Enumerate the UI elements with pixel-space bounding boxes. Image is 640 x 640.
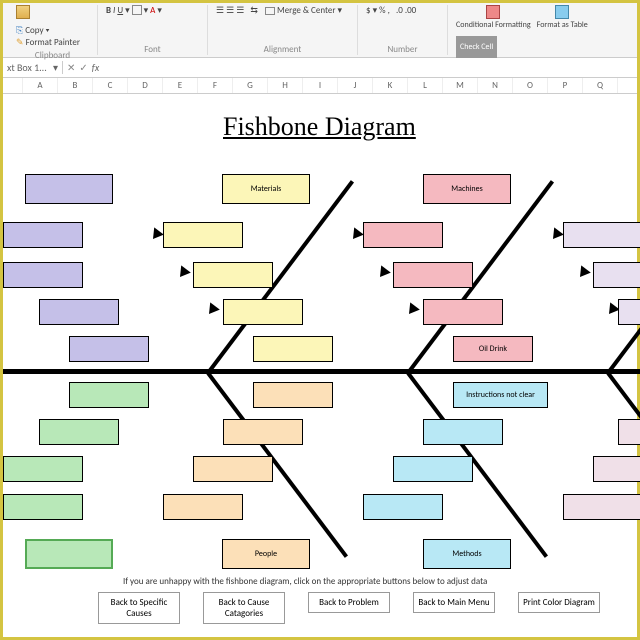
cause-box[interactable] [423,299,503,325]
col-hdr[interactable]: Q [583,78,618,93]
print-color-diagram-button[interactable]: Print Color Diagram [518,592,600,613]
cause-box[interactable] [163,222,243,248]
arrow-icon [575,265,591,280]
format-painter-button[interactable]: ✎ Format Painter [16,37,80,48]
paste-button[interactable] [16,5,30,19]
format-as-table[interactable]: Format as Table [537,5,588,30]
cause-box-oil[interactable]: Oil Drink [453,336,533,362]
col-hdr[interactable]: J [338,78,373,93]
cause-box[interactable] [39,419,119,445]
copy-button[interactable]: ⎘ Copy ▾ [16,25,80,36]
col-hdr[interactable]: K [373,78,408,93]
cause-box[interactable] [193,456,273,482]
cause-box[interactable] [363,494,443,520]
arrow-icon [548,227,564,242]
col-hdr[interactable]: P [548,78,583,93]
cause-box[interactable] [618,299,640,325]
back-specific-causes-button[interactable]: Back to Specific Causes [98,592,180,624]
name-box[interactable]: xt Box 1...▾ [3,61,63,74]
col-hdr[interactable]: B [58,78,93,93]
col-hdr[interactable]: C [93,78,128,93]
cause-box[interactable] [363,222,443,248]
cause-box[interactable] [563,494,640,520]
column-headers: A B C D E F G H I J K L M N O P Q [3,78,637,94]
arrow-icon [375,265,391,280]
diagram-title: Fishbone Diagram [223,112,416,142]
cause-box[interactable] [3,222,83,248]
category-box-machines[interactable]: Machines [423,174,511,204]
arrow-icon [175,265,191,280]
arrow-icon [404,302,420,317]
col-hdr[interactable]: A [23,78,58,93]
cause-box[interactable] [593,456,640,482]
category-box-methods[interactable]: Methods [423,539,511,569]
cause-box[interactable] [193,262,273,288]
arrow-icon [348,227,364,242]
cause-box[interactable] [563,222,640,248]
cause-box[interactable] [423,419,503,445]
cause-box[interactable] [3,262,83,288]
spine-backbone [3,369,640,374]
col-hdr[interactable]: H [268,78,303,93]
check-cell[interactable]: Check Cell [456,36,497,58]
col-hdr[interactable]: L [408,78,443,93]
col-hdr[interactable]: D [128,78,163,93]
conditional-formatting[interactable]: Conditional Formatting [456,5,531,30]
fx-icon[interactable]: fx [92,61,99,74]
category-box-materials[interactable]: Materials [222,174,310,204]
category-box-people[interactable]: People [222,539,310,569]
cancel-icon[interactable]: ✕ [67,61,75,74]
number-label: Number [366,42,439,55]
back-main-menu-button[interactable]: Back to Main Menu [413,592,495,613]
col-hdr[interactable]: F [198,78,233,93]
cause-box[interactable] [163,494,243,520]
arrow-icon [148,227,164,242]
cause-box[interactable] [618,419,640,445]
cause-box[interactable] [253,336,333,362]
back-problem-button[interactable]: Back to Problem [308,592,390,613]
cause-box[interactable] [3,494,83,520]
col-hdr[interactable]: G [233,78,268,93]
cause-box[interactable] [393,262,473,288]
cause-box[interactable] [39,299,119,325]
formula-bar: xt Box 1...▾ ✕ ✓ fx [3,58,637,78]
col-hdr[interactable]: N [478,78,513,93]
ribbon: ⎘ Copy ▾ ✎ Format Painter Clipboard B I … [3,3,637,58]
category-box[interactable] [25,174,113,204]
cause-box[interactable] [593,262,640,288]
col-hdr[interactable]: E [163,78,198,93]
arrow-icon [204,302,220,317]
cause-box[interactable] [3,456,83,482]
cause-box[interactable] [69,382,149,408]
merge-button[interactable]: Merge & Center ▾ [265,5,342,16]
enter-icon[interactable]: ✓ [79,61,87,74]
cause-box[interactable] [223,299,303,325]
category-box[interactable] [25,539,113,569]
clipboard-label: Clipboard [16,48,89,61]
cause-box-instructions[interactable]: Instructions not clear [453,382,548,408]
cause-box[interactable] [223,419,303,445]
cause-box[interactable] [69,336,149,362]
col-hdr[interactable]: M [443,78,478,93]
cause-box[interactable] [393,456,473,482]
back-cause-categories-button[interactable]: Back to Cause Catagories [203,592,285,624]
instruction-text: If you are unhappy with the fishbone dia… [123,576,487,587]
alignment-label: Alignment [216,42,349,55]
col-hdr[interactable]: O [513,78,548,93]
diagram-canvas: Fishbone Diagram Materials Machines Oil … [3,94,637,637]
cause-box[interactable] [253,382,333,408]
font-label: Font [106,42,199,55]
col-hdr[interactable]: I [303,78,338,93]
